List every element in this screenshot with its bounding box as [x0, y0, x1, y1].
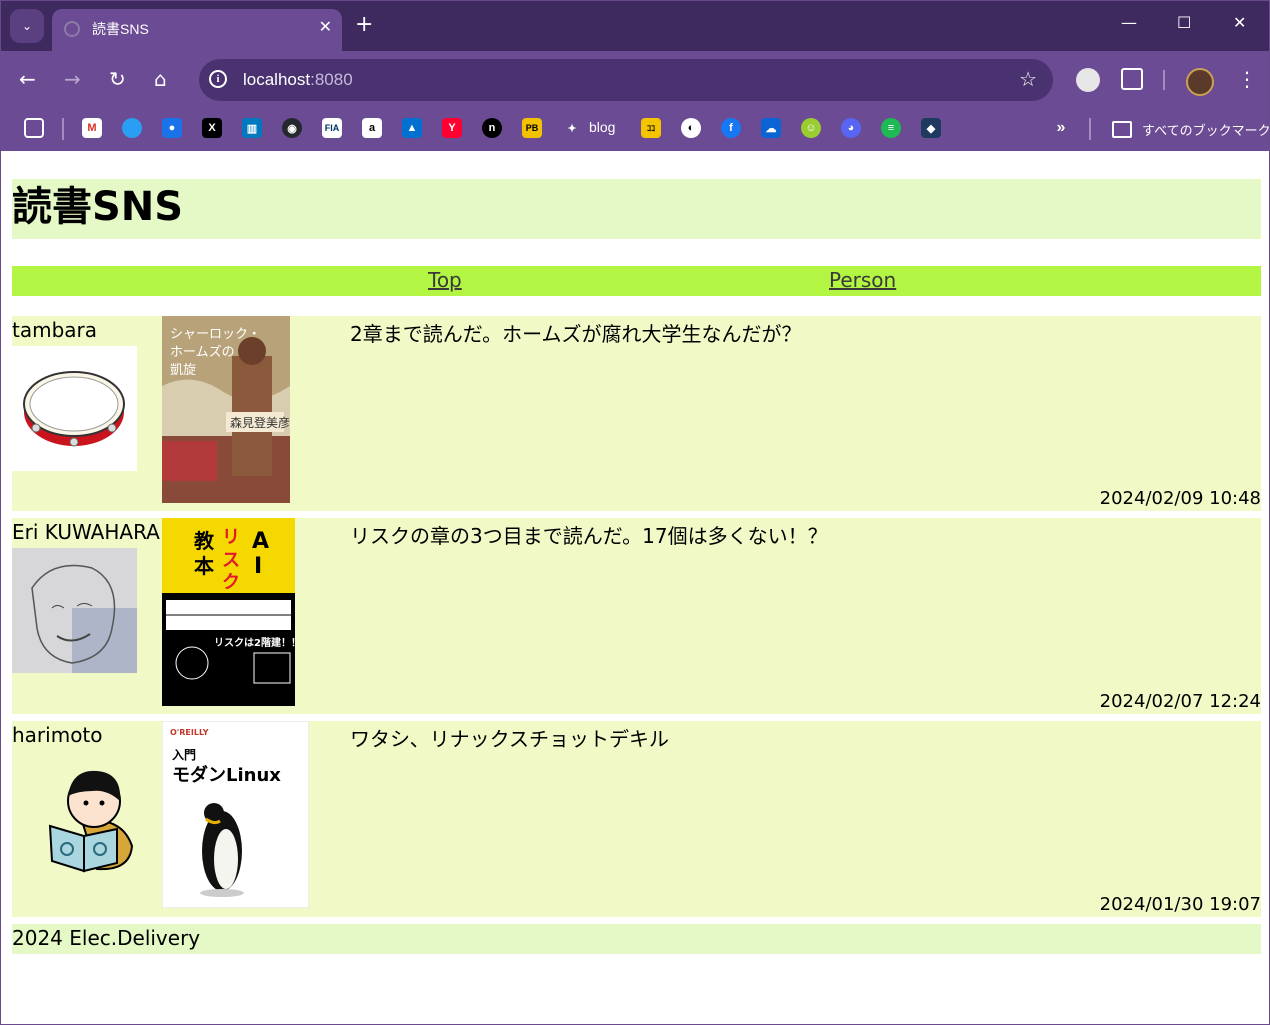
bookmark-white-circle-icon[interactable]: ◐ — [681, 118, 701, 138]
note-icon[interactable]: n — [482, 118, 502, 138]
apps-grid-icon[interactable] — [24, 118, 44, 138]
reading-person-icon — [48, 770, 134, 873]
profile-avatar[interactable] — [1186, 68, 1214, 96]
post-date: 2024/01/30 19:07 — [1099, 894, 1261, 915]
site-info-icon[interactable]: i — [209, 70, 227, 88]
active-tab[interactable]: 読書SNS ✕ — [52, 9, 342, 51]
amazon-icon[interactable]: a — [362, 118, 382, 138]
folder-icon[interactable] — [1112, 121, 1132, 138]
gmail-icon[interactable]: M — [82, 118, 102, 138]
avatar — [12, 548, 137, 673]
post-date: 2024/02/09 10:48 — [1099, 488, 1261, 509]
svg-text:教: 教 — [194, 529, 215, 553]
svg-text:凱旋: 凱旋 — [170, 363, 196, 378]
svg-text:O'REILLY: O'REILLY — [170, 728, 209, 737]
svg-text:リ: リ — [222, 527, 240, 548]
tambourine-icon — [23, 371, 125, 447]
post-username: harimoto — [12, 723, 103, 747]
address-bar[interactable]: i localhost:8080 ☆ — [199, 59, 1053, 101]
bookmarks-divider — [62, 118, 64, 140]
browser-toolbar: ← → ↻ ⌂ i localhost:8080 ☆ ⋮ — [1, 51, 1269, 109]
forward-button[interactable]: → — [64, 67, 81, 91]
url-text: localhost:8080 — [243, 70, 353, 90]
browser-window: ⌄ 読書SNS ✕ + — ☐ ✕ ← → ↻ ⌂ i localhost:80… — [0, 0, 1270, 1025]
extensions-icon[interactable] — [1121, 68, 1143, 90]
portrait-sketch-icon — [12, 548, 137, 673]
post-item: tambara シャーロック・ ホームズの 凱旋 森見登美彦 2章まで読んだ。ホ… — [12, 316, 1261, 511]
chevron-down-icon: ⌄ — [21, 19, 33, 33]
globe-icon — [64, 21, 80, 37]
new-tab-button[interactable]: + — [355, 12, 373, 38]
svg-text:入門: 入門 — [172, 748, 196, 762]
close-window-button[interactable]: ✕ — [1233, 13, 1246, 32]
nav-person-link[interactable]: Person — [829, 268, 896, 292]
bookmark-blue-icon[interactable]: ● — [162, 118, 182, 138]
trello-icon[interactable]: ▥ — [242, 118, 262, 138]
all-bookmarks-label[interactable]: すべてのブックマーク — [1142, 120, 1269, 139]
blog-icon[interactable]: ✦ — [562, 118, 582, 138]
onedrive-icon[interactable]: ☁ — [761, 118, 781, 138]
tab-strip: ⌄ 読書SNS ✕ + — ☐ ✕ — [1, 1, 1269, 51]
post-username: tambara — [12, 318, 98, 342]
svg-text:A: A — [252, 529, 269, 554]
svg-text:ホームズの: ホームズの — [170, 344, 235, 360]
more-bookmarks-icon[interactable]: » — [1051, 118, 1071, 138]
bookmark-yellow-icon[interactable]: ｺｺ — [641, 118, 661, 138]
post-item: Eri KUWAHARA 教 本 リ ス ク A I リスクは2階建！！ リスク… — [12, 518, 1261, 714]
bookmark-globe-icon[interactable] — [122, 118, 142, 138]
post-date: 2024/02/07 12:24 — [1099, 691, 1261, 712]
page-content: 読書SNS Top Person tambara シャーロック・ ホームズの 凱… — [1, 151, 1269, 1024]
svg-text:ク: ク — [222, 572, 240, 593]
book-cover: 教 本 リ ス ク A I リスクは2階建！！ — [162, 518, 301, 710]
post-username: Eri KUWAHARA — [12, 520, 160, 544]
svg-text:リスクは2階建！！: リスクは2階建！！ — [214, 636, 295, 649]
github-icon[interactable]: ◉ — [282, 118, 302, 138]
menu-icon[interactable]: ⋮ — [1237, 67, 1257, 91]
svg-text:I: I — [254, 554, 262, 579]
svg-text:森見登美彦: 森見登美彦 — [230, 415, 290, 430]
post-comment: 2章まで読んだ。ホームズが腐れ大学生なんだが？ — [350, 322, 802, 346]
page-title: 読書SNS — [12, 179, 1261, 239]
avatar — [12, 751, 137, 876]
url-port: :8080 — [310, 70, 353, 89]
toolbar-divider — [1163, 70, 1165, 90]
svg-text:モダンLinux: モダンLinux — [172, 764, 281, 786]
facebook-icon[interactable]: f — [721, 118, 741, 138]
bookmark-green-icon[interactable]: ☺ — [801, 118, 821, 138]
bookmarks-bar: M ● X ▥ ◉ FIA a ▲ Y n PB ✦ blog ｺｺ ◐ f ☁… — [1, 109, 1269, 151]
svg-text:ス: ス — [222, 550, 240, 571]
maximize-button[interactable]: ☐ — [1177, 13, 1191, 32]
avatar — [12, 346, 137, 471]
back-button[interactable]: ← — [19, 67, 36, 91]
book-cover: O'REILLY 入門 モダンLinux — [161, 720, 310, 912]
nav-top-link[interactable]: Top — [428, 268, 462, 292]
discord-icon[interactable]: ◕ — [841, 118, 861, 138]
playstation-icon[interactable]: ▲ — [402, 118, 422, 138]
pb-icon[interactable]: PB — [522, 118, 542, 138]
yahoo-icon[interactable]: Y — [442, 118, 462, 138]
bookmark-blog-label[interactable]: blog — [589, 119, 615, 135]
reload-button[interactable]: ↻ — [109, 67, 126, 91]
bookmark-dark-icon[interactable]: ◆ — [921, 118, 941, 138]
post-comment: ワタシ、リナックスチョットデキル — [350, 727, 669, 751]
spotify-icon[interactable]: ≡ — [881, 118, 901, 138]
home-button[interactable]: ⌂ — [154, 67, 167, 91]
post-item: harimoto O'REILLY 入門 モダンLinux ワタシ、リナックスチ… — [12, 720, 1261, 917]
book-cover: シャーロック・ ホームズの 凱旋 森見登美彦 — [162, 316, 290, 507]
bookmark-star-icon[interactable]: ☆ — [1019, 67, 1037, 91]
fia-icon[interactable]: FIA — [322, 118, 342, 138]
svg-text:シャーロック・: シャーロック・ — [170, 327, 261, 342]
svg-text:本: 本 — [194, 554, 214, 578]
url-host: localhost — [243, 70, 311, 89]
site-nav: Top Person — [12, 266, 1261, 296]
x-twitter-icon[interactable]: X — [202, 118, 222, 138]
close-tab-icon[interactable]: ✕ — [319, 17, 332, 36]
bookmarks-divider-2 — [1089, 118, 1091, 140]
page-footer: 2024 Elec.Delivery — [12, 924, 1261, 954]
minimize-button[interactable]: — — [1121, 13, 1137, 32]
tab-search-button[interactable]: ⌄ — [10, 9, 44, 43]
tab-title: 読書SNS — [92, 21, 149, 37]
post-comment: リスクの章の3つ目まで読んだ。17個は多くない！？ — [350, 524, 828, 548]
password-manager-icon[interactable] — [1076, 68, 1100, 92]
